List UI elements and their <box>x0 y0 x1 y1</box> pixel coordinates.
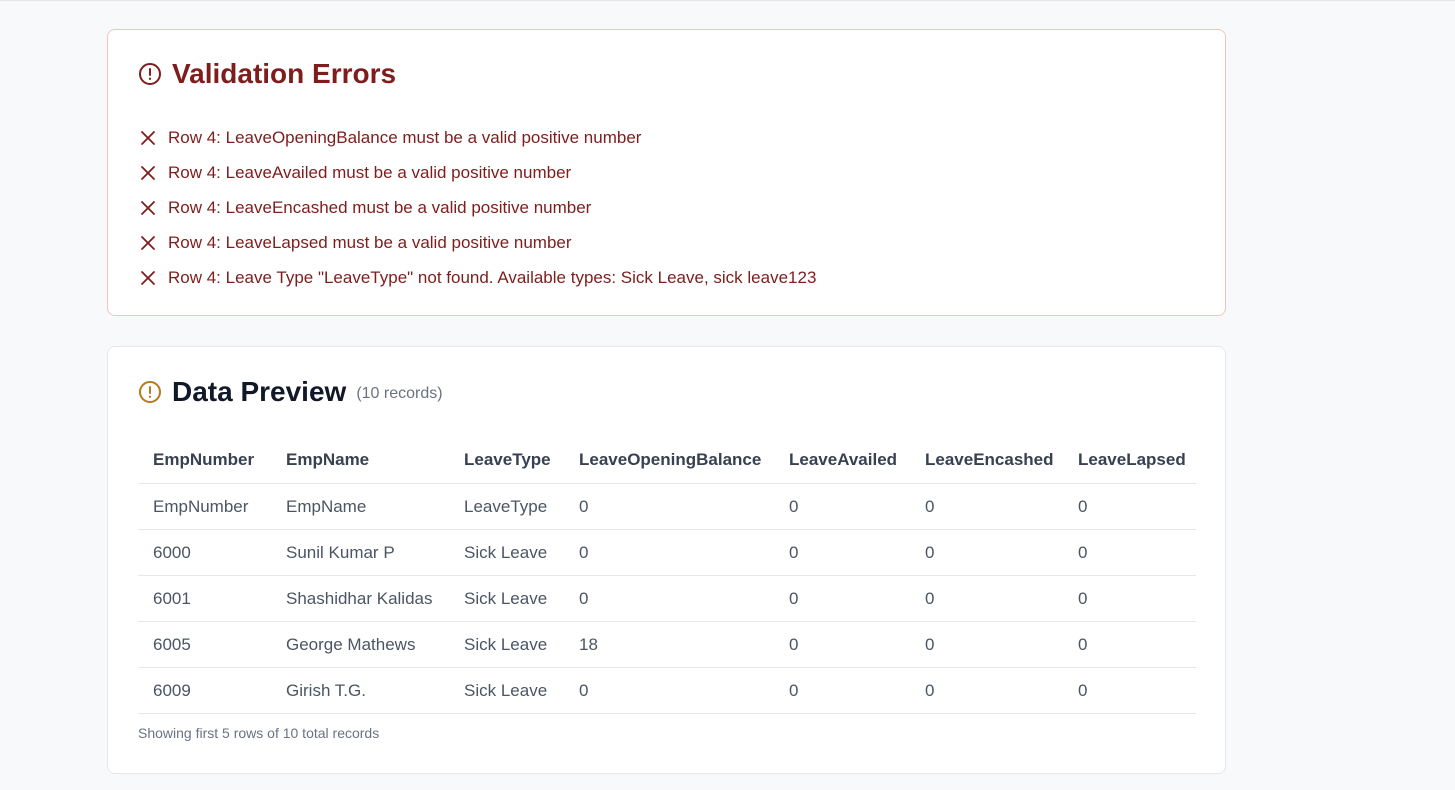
table-cell: EmpName <box>271 483 449 530</box>
column-header[interactable]: EmpName <box>271 437 449 484</box>
table-cell: 0 <box>774 483 910 530</box>
table-cell: 0 <box>910 621 1063 668</box>
table-cell: 0 <box>1063 529 1196 576</box>
top-divider <box>0 0 1455 1</box>
table-cell: 0 <box>1063 483 1196 530</box>
validation-errors-title: Validation Errors <box>172 58 397 89</box>
column-header[interactable]: LeaveType <box>449 437 564 484</box>
table-cell: 0 <box>774 575 910 622</box>
table-cell: Sick Leave <box>449 621 564 668</box>
table-cell: 0 <box>910 529 1063 576</box>
error-item: Row 4: LeaveAvailed must be a valid posi… <box>138 155 816 190</box>
table-cell: 18 <box>564 621 774 668</box>
close-icon <box>138 128 158 148</box>
table-cell: Sick Leave <box>449 575 564 622</box>
record-count: (10 records) <box>356 385 443 402</box>
error-text: Row 4: LeaveAvailed must be a valid posi… <box>168 162 572 182</box>
error-item: Row 4: LeaveEncashed must be a valid pos… <box>138 190 816 225</box>
table-cell: Sunil Kumar P <box>271 529 449 576</box>
data-preview-heading: Data Preview (10 records) <box>138 376 443 408</box>
close-icon <box>138 163 158 183</box>
column-header[interactable]: LeaveAvailed <box>774 437 910 484</box>
table-header-row: EmpNumber EmpName LeaveType LeaveOpening… <box>138 437 1196 484</box>
table-cell: LeaveType <box>449 483 564 530</box>
error-list: Row 4: LeaveOpeningBalance must be a val… <box>138 120 816 295</box>
table-cell: 0 <box>564 667 774 714</box>
preview-table: EmpNumber EmpName LeaveType LeaveOpening… <box>138 437 1196 714</box>
table-cell: 0 <box>564 529 774 576</box>
error-text: Row 4: LeaveOpeningBalance must be a val… <box>168 127 642 147</box>
close-icon <box>138 268 158 288</box>
table-cell: 0 <box>774 667 910 714</box>
table-cell: 0 <box>910 575 1063 622</box>
table-cell: Shashidhar Kalidas <box>271 575 449 622</box>
table-cell: 0 <box>1063 575 1196 622</box>
close-icon <box>138 233 158 253</box>
table-cell: George Mathews <box>271 621 449 668</box>
column-header[interactable]: LeaveEncashed <box>910 437 1063 484</box>
error-item: Row 4: LeaveLapsed must be a valid posit… <box>138 225 816 260</box>
alert-circle-icon <box>138 380 162 404</box>
table-cell: 6009 <box>138 667 271 714</box>
table-cell: 0 <box>1063 621 1196 668</box>
column-header[interactable]: LeaveLapsed <box>1063 437 1196 484</box>
table-cell: 0 <box>774 621 910 668</box>
table-cell: 6005 <box>138 621 271 668</box>
table-cell: 6001 <box>138 575 271 622</box>
table-row: 6001 Shashidhar Kalidas Sick Leave 0 0 0… <box>138 575 1196 622</box>
table-footnote: Showing first 5 rows of 10 total records <box>138 725 380 741</box>
alert-circle-icon <box>138 62 162 86</box>
table-cell: 0 <box>910 667 1063 714</box>
table-cell: Sick Leave <box>449 529 564 576</box>
table-row: 6000 Sunil Kumar P Sick Leave 0 0 0 0 <box>138 529 1196 576</box>
table-row: EmpNumber EmpName LeaveType 0 0 0 0 <box>138 483 1196 530</box>
table-cell: Girish T.G. <box>271 667 449 714</box>
table-cell: 0 <box>1063 667 1196 714</box>
error-item: Row 4: LeaveOpeningBalance must be a val… <box>138 120 816 155</box>
table-cell: Sick Leave <box>449 667 564 714</box>
error-item: Row 4: Leave Type "LeaveType" not found.… <box>138 260 816 295</box>
error-text: Row 4: Leave Type "LeaveType" not found.… <box>168 267 817 287</box>
table-cell: 0 <box>564 575 774 622</box>
table-cell: 0 <box>564 483 774 530</box>
table-cell: 6000 <box>138 529 271 576</box>
table-row: 6009 Girish T.G. Sick Leave 0 0 0 0 <box>138 667 1196 714</box>
column-header[interactable]: LeaveOpeningBalance <box>564 437 774 484</box>
validation-errors-heading: Validation Errors <box>138 58 396 90</box>
table-cell: 0 <box>910 483 1063 530</box>
error-text: Row 4: LeaveLapsed must be a valid posit… <box>168 232 572 252</box>
data-preview-title: Data Preview <box>172 376 347 407</box>
table-row: 6005 George Mathews Sick Leave 18 0 0 0 <box>138 621 1196 668</box>
error-text: Row 4: LeaveEncashed must be a valid pos… <box>168 197 592 217</box>
table-cell: 0 <box>774 529 910 576</box>
data-preview-card: Data Preview (10 records) EmpNumber EmpN… <box>107 346 1226 774</box>
close-icon <box>138 198 158 218</box>
validation-errors-card: Validation Errors Row 4: LeaveOpeningBal… <box>107 29 1226 316</box>
column-header[interactable]: EmpNumber <box>138 437 271 484</box>
table-cell: EmpNumber <box>138 483 271 530</box>
